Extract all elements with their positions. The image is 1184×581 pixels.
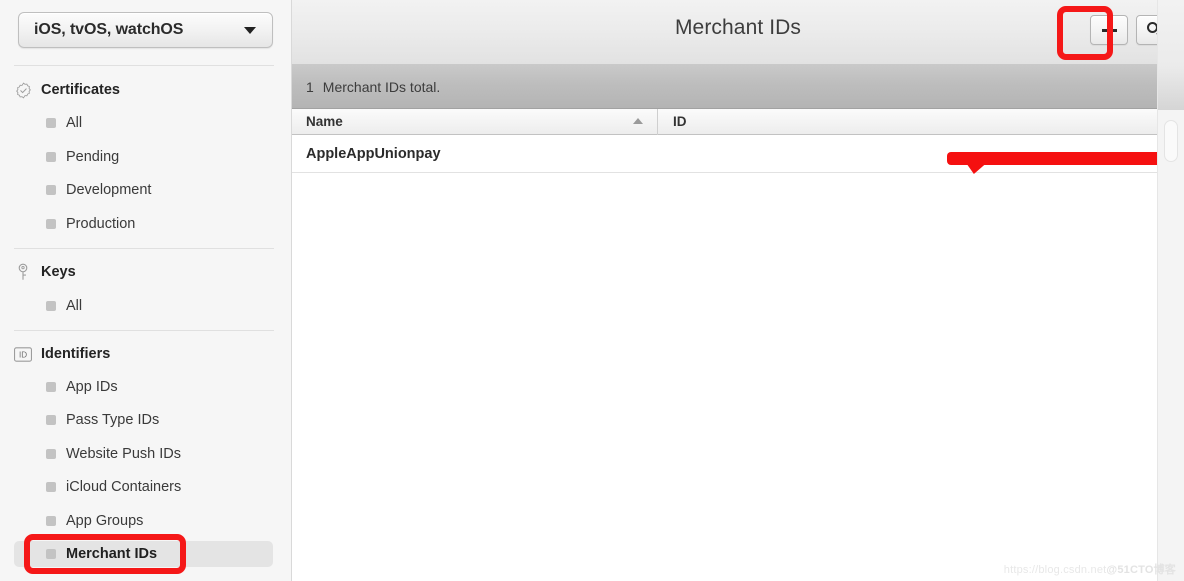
sidebar-divider-identifiers: [14, 330, 274, 331]
sidebar-item-label: Pending: [66, 149, 120, 165]
sidebar: iOS, tvOS, watchOS Certificates All Pend…: [0, 0, 292, 581]
platform-select-value: iOS, tvOS, watchOS: [34, 21, 184, 38]
sidebar-item-label: Website Push IDs: [66, 446, 181, 462]
platform-select[interactable]: iOS, tvOS, watchOS: [18, 12, 273, 48]
sidebar-item-all-keys[interactable]: All: [14, 293, 273, 319]
sidebar-item-all-certificates[interactable]: All: [14, 110, 273, 136]
table-body: AppleAppUnionpay: [292, 135, 1184, 173]
sidebar-item-label: Production: [66, 216, 136, 232]
sidebar-item-app-ids[interactable]: App IDs: [14, 374, 273, 400]
sidebar-item-label: App Groups: [66, 513, 144, 529]
column-header-name[interactable]: Name: [292, 109, 657, 135]
cell-name: AppleAppUnionpay: [306, 145, 441, 162]
caret-up-icon: [633, 117, 643, 124]
sidebar-group-keys: Keys: [14, 261, 76, 283]
total-count: 1: [306, 78, 314, 95]
app-window: iOS, tvOS, watchOS Certificates All Pend…: [0, 0, 1184, 581]
sidebar-item-label: Merchant IDs: [66, 546, 158, 562]
bullet-icon: [46, 549, 56, 559]
sidebar-item-label: iCloud Containers: [66, 479, 182, 495]
bullet-icon: [46, 516, 56, 526]
bullet-icon: [46, 219, 56, 229]
sidebar-item-pending[interactable]: Pending: [14, 144, 273, 170]
watermark-url: https://blog.csdn.net: [1003, 564, 1107, 576]
key-icon: [14, 263, 32, 281]
sidebar-item-pass-type-ids[interactable]: Pass Type IDs: [14, 407, 273, 433]
sidebar-group-label: Keys: [41, 264, 76, 280]
sidebar-item-merchant-ids[interactable]: Merchant IDs: [14, 541, 273, 567]
toolbar: Merchant IDs: [292, 0, 1184, 65]
bullet-icon: [46, 185, 56, 195]
chevron-down-icon: [244, 26, 256, 34]
sidebar-item-label: All: [66, 298, 83, 314]
column-header-label: ID: [673, 114, 687, 129]
sidebar-item-icloud-containers[interactable]: iCloud Containers: [14, 474, 273, 500]
sidebar-item-label: Development: [66, 182, 152, 198]
watermark-site: @51CTO博客: [1106, 564, 1176, 576]
bullet-icon: [46, 449, 56, 459]
table-row[interactable]: AppleAppUnionpay: [292, 135, 1157, 173]
sidebar-item-website-push-ids[interactable]: Website Push IDs: [14, 441, 273, 467]
bullet-icon: [46, 152, 56, 162]
sidebar-divider-top: [14, 65, 274, 66]
bullet-icon: [46, 118, 56, 128]
column-header-id[interactable]: ID: [657, 108, 1157, 135]
sidebar-item-development[interactable]: Development: [14, 177, 273, 203]
watermark: https://blog.csdn.net@51CTO博客: [1004, 561, 1176, 577]
sidebar-divider-keys: [14, 248, 274, 249]
scrollbar-track[interactable]: [1157, 0, 1184, 581]
bullet-icon: [46, 482, 56, 492]
table-header-row: Name ID: [292, 108, 1157, 135]
main-content: Merchant IDs 1 Merchant IDs total. Name …: [292, 0, 1184, 581]
id-badge-icon: ID: [14, 345, 32, 363]
svg-text:ID: ID: [19, 350, 27, 359]
sidebar-group-label: Certificates: [41, 82, 120, 98]
column-header-label: Name: [306, 114, 343, 129]
sidebar-group-identifiers: ID Identifiers: [14, 343, 110, 365]
add-button[interactable]: [1090, 15, 1128, 45]
plus-icon: [1101, 22, 1117, 38]
sidebar-item-label: Pass Type IDs: [66, 412, 160, 428]
count-bar: 1 Merchant IDs total.: [292, 65, 1184, 109]
certificate-seal-icon: [14, 81, 32, 99]
bullet-icon: [46, 301, 56, 311]
total-count-label: Merchant IDs total.: [322, 78, 441, 95]
sidebar-group-label: Identifiers: [41, 346, 111, 362]
page-title: Merchant IDs: [674, 16, 802, 39]
sidebar-group-certificates: Certificates: [14, 79, 120, 101]
sidebar-item-label: App IDs: [66, 379, 118, 395]
sidebar-item-label: All: [66, 115, 83, 131]
bullet-icon: [46, 382, 56, 392]
scrollbar-track-top: [1158, 0, 1184, 110]
bullet-icon: [46, 415, 56, 425]
sidebar-item-app-groups[interactable]: App Groups: [14, 508, 273, 534]
sidebar-item-production[interactable]: Production: [14, 211, 273, 237]
scrollbar-thumb[interactable]: [1164, 120, 1178, 162]
